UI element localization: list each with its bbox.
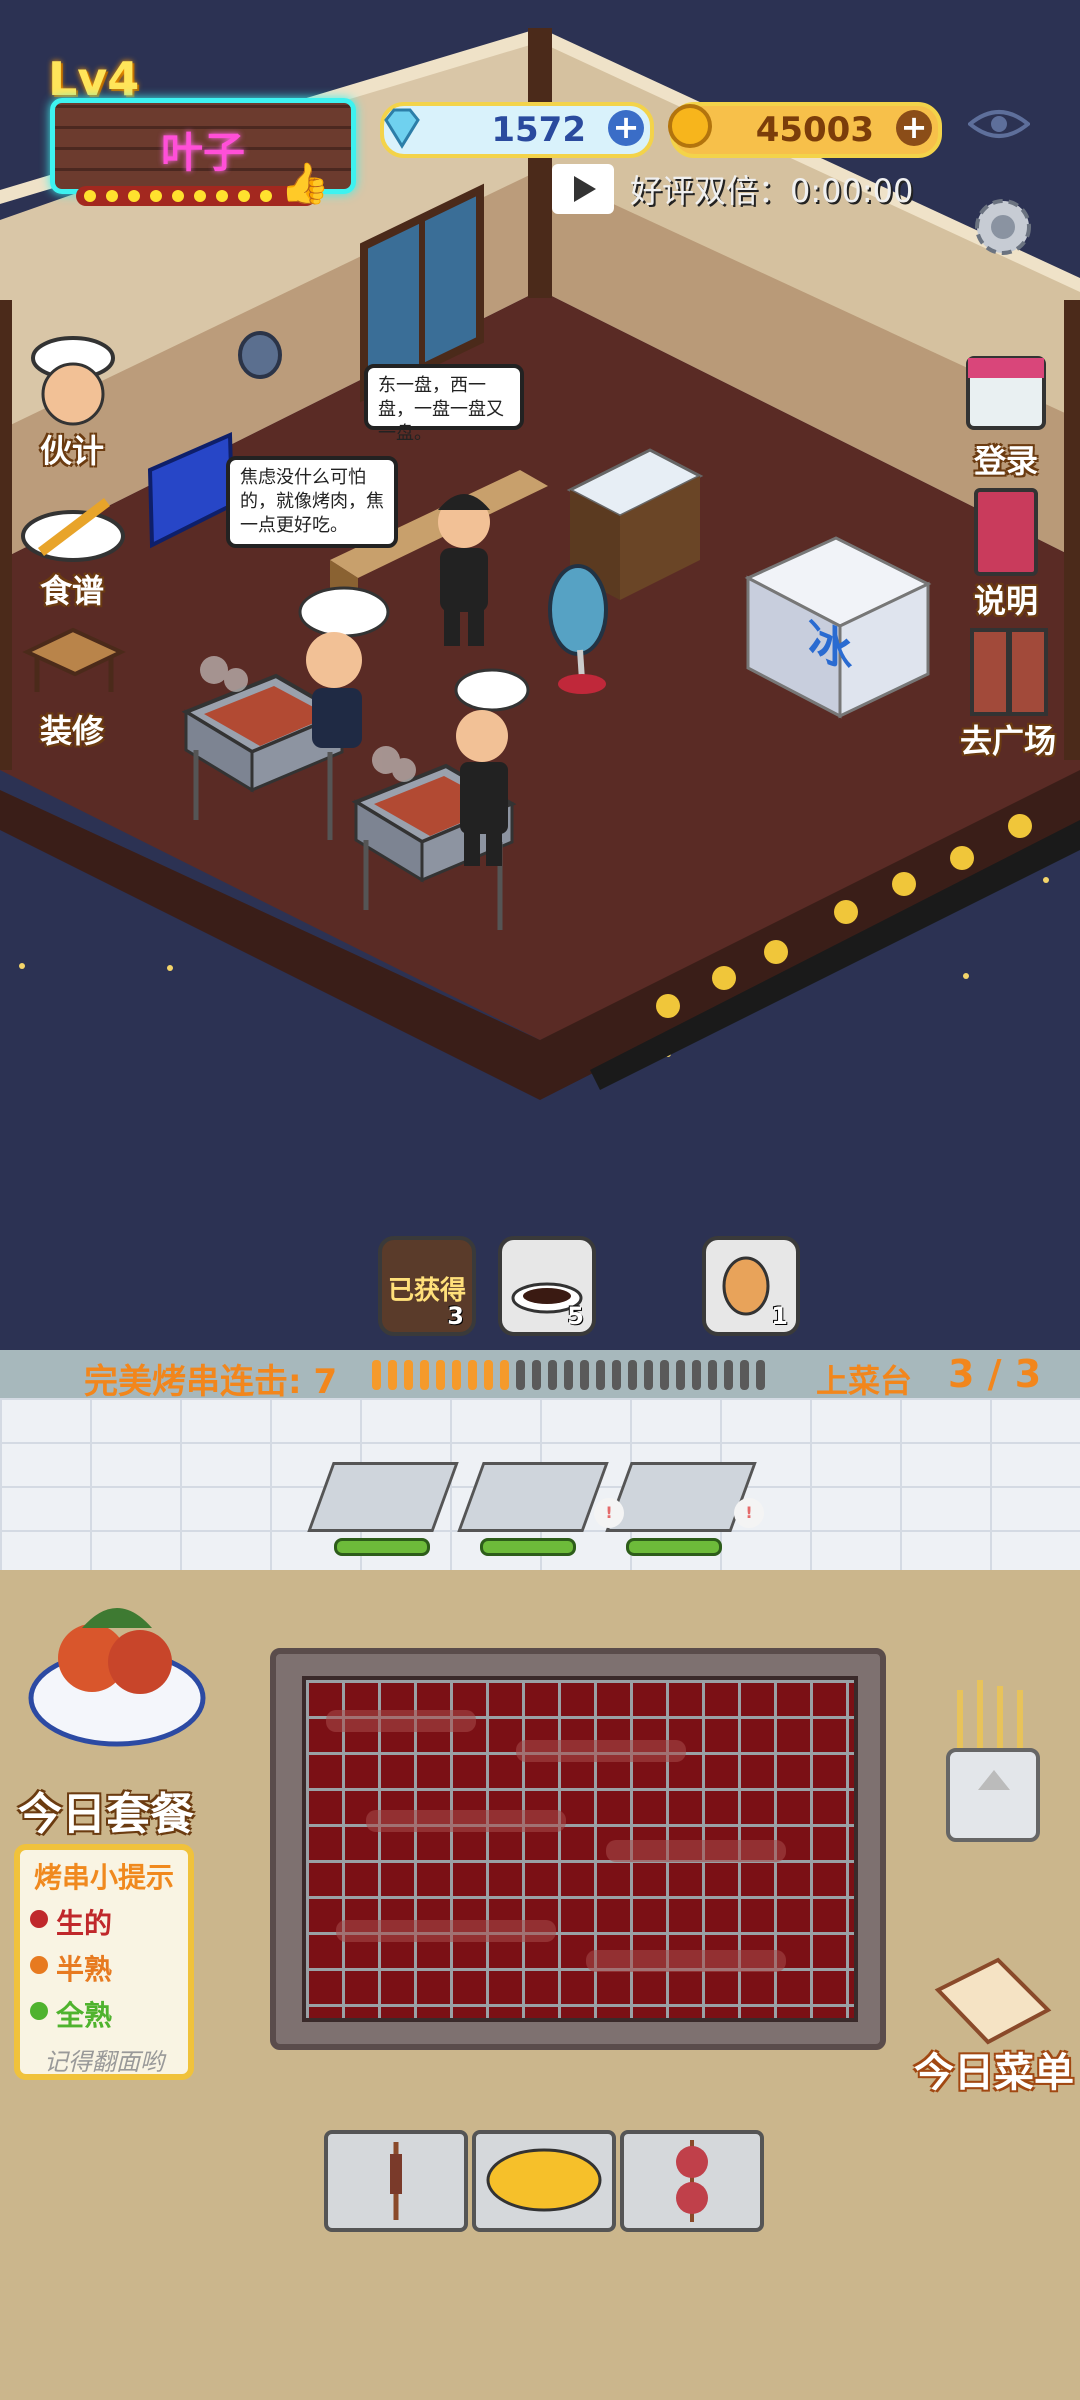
tip-raw: 生的	[30, 1902, 112, 1942]
daily-menu-label: 今日菜单	[914, 2050, 1074, 2096]
table-icon	[22, 627, 126, 692]
raw-icon	[30, 1910, 48, 1928]
chef-icon	[31, 336, 115, 426]
grill-surface[interactable]	[302, 1676, 858, 2022]
half-done-icon	[30, 1956, 48, 1974]
item-count: 5	[567, 1302, 584, 1330]
tip-half: 半熟	[30, 1948, 112, 1988]
skewer-holder-icon[interactable]	[930, 1670, 1060, 1850]
serving-counter: ! !	[0, 1398, 1080, 1570]
tip-done: 全熟	[30, 1994, 112, 2034]
decorate-label: 装修	[39, 712, 104, 750]
login-label: 登录	[973, 442, 1038, 480]
grill-area: 今日套餐 烤串小提示 生的 半熟 全熟 记得翻面哟 今日菜单	[0, 1570, 1080, 2400]
recipes-label: 食谱	[39, 572, 104, 610]
decorate-button[interactable]: 装修	[12, 612, 132, 752]
instructions-label: 说明	[973, 582, 1038, 620]
skewer-slot-meatball[interactable]	[620, 2130, 764, 2232]
calendar-icon	[966, 356, 1046, 430]
play-video-button[interactable]	[552, 164, 614, 214]
item-card-egg[interactable]: 1	[702, 1236, 800, 1336]
instructions-button[interactable]: 说明	[946, 482, 1066, 622]
skewer-slot-stick[interactable]	[324, 2130, 468, 2232]
item-count: 1	[771, 1302, 788, 1330]
login-button[interactable]: 登录	[946, 342, 1066, 482]
plate-timer-bar	[334, 1538, 430, 1556]
add-diamonds-button[interactable]: +	[608, 110, 644, 146]
door-icon	[970, 628, 1048, 716]
alert-icon: !	[594, 1498, 624, 1528]
chef-speech-bubble: 东一盘，西一盘，一盘一盘又一盘。	[364, 364, 524, 444]
diamond-icon	[384, 108, 420, 149]
item-card-obtained[interactable]: 已获得 3	[378, 1236, 476, 1336]
item-count: 3	[447, 1302, 464, 1330]
tips-note: 记得翻面哟	[44, 2048, 164, 2076]
staff-button[interactable]: 伙计	[12, 332, 132, 472]
eye-icon[interactable]	[968, 106, 1030, 142]
skewer-slot-chicken[interactable]	[472, 2130, 616, 2232]
grill	[270, 1648, 886, 2050]
menu-list-icon[interactable]	[928, 1950, 1058, 2050]
combo-bar: 完美烤串连击: 7 上菜台 3 / 3	[0, 1350, 1080, 1402]
play-icon	[574, 176, 596, 202]
recipes-button[interactable]: 食谱	[12, 472, 132, 612]
diamond-value: 1572	[491, 110, 586, 150]
add-coins-button[interactable]: +	[896, 110, 932, 146]
meat-skewer-icon	[676, 2140, 708, 2222]
plate-timer-bar	[480, 1538, 576, 1556]
serving-counter-label: 上菜台	[816, 1362, 913, 1400]
skewer-stick-icon	[390, 2142, 402, 2220]
serving-plate[interactable]	[457, 1462, 609, 1532]
go-to-plaza-label: 去广场	[959, 722, 1056, 760]
item-card-sauce[interactable]: 5	[498, 1236, 596, 1336]
coin-value: 45003	[755, 110, 874, 150]
daily-set-meal-label: 今日套餐	[18, 1789, 194, 1840]
go-to-plaza-button[interactable]: 去广场	[946, 622, 1070, 762]
gear-icon[interactable]	[968, 192, 1038, 262]
thumbs-up-icon: 👍	[280, 161, 330, 207]
combo-label: 完美烤串连击: 7	[84, 1362, 338, 1402]
daily-set-meal-icon[interactable]	[22, 1588, 212, 1758]
tips-title: 烤串小提示	[33, 1861, 174, 1894]
coin-icon	[668, 104, 712, 148]
serving-plate[interactable]	[307, 1462, 459, 1532]
plate-timer-bar	[626, 1538, 722, 1556]
staff-label: 伙计	[39, 432, 104, 470]
serving-plate[interactable]	[605, 1462, 757, 1532]
cook-speech-bubble: 焦虑没什么可怕的，就像烤肉，焦一点更好吃。	[226, 456, 398, 548]
coin-counter: 45003 +	[668, 102, 942, 158]
serving-counter-count: 3 / 3	[948, 1352, 1042, 1396]
combo-value: 7	[313, 1362, 338, 1402]
alert-icon: !	[734, 1498, 764, 1528]
double-reward-timer: 好评双倍：0:00:00	[630, 172, 914, 210]
diamond-counter: 1572 +	[380, 102, 654, 158]
skewer-tips-panel: 烤串小提示 生的 半熟 全熟 记得翻面哟	[14, 1844, 194, 2080]
book-icon	[974, 488, 1038, 576]
restaurant-scene: 东一盘，西一盘，一盘一盘又一盘。 焦虑没什么可怕的，就像烤肉，焦一点更好吃。 冰…	[0, 0, 1080, 1350]
done-icon	[30, 2002, 48, 2020]
skewer-plate-icon	[21, 498, 125, 562]
chicken-wing-icon	[486, 2148, 602, 2212]
